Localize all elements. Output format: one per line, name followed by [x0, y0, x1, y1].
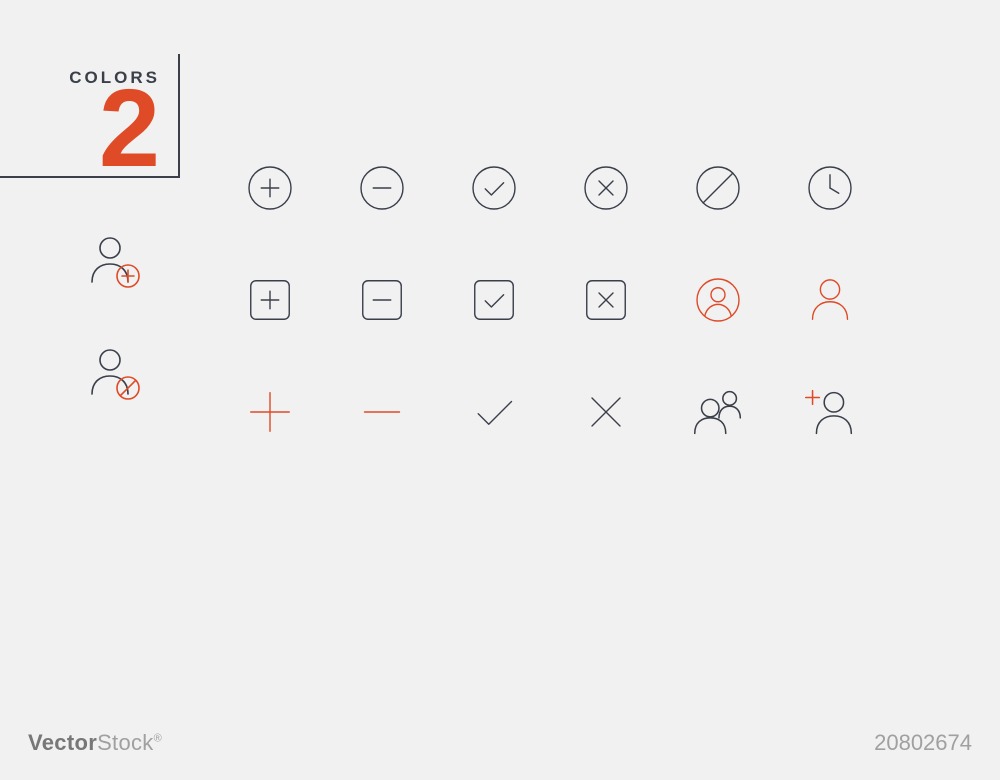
- x-icon: [550, 356, 662, 468]
- badge-count: 2: [18, 86, 160, 172]
- plus-icon: [214, 356, 326, 468]
- clock-icon: [774, 132, 886, 244]
- check-icon: [438, 356, 550, 468]
- square-check-icon: [438, 244, 550, 356]
- circle-check-icon: [438, 132, 550, 244]
- user-block-icon: [82, 342, 162, 422]
- user-icon: [774, 244, 886, 356]
- user-plus-circle-icon: [82, 230, 162, 310]
- users-group-icon: [662, 356, 774, 468]
- colors-badge: COLORS 2: [0, 54, 180, 178]
- watermark-id: 20802674: [874, 730, 972, 756]
- circle-minus-icon: [326, 132, 438, 244]
- minus-icon: [326, 356, 438, 468]
- square-x-icon: [550, 244, 662, 356]
- circle-slash-icon: [662, 132, 774, 244]
- user-circle-icon: [662, 244, 774, 356]
- watermark-brand-suffix: Stock: [97, 730, 154, 755]
- user-add-icon: [774, 356, 886, 468]
- watermark-brand-prefix: Vector: [28, 730, 97, 755]
- circle-plus-icon: [214, 132, 326, 244]
- square-minus-icon: [326, 244, 438, 356]
- watermark-brand: VectorStock®: [28, 730, 162, 756]
- icon-grid: [214, 132, 886, 468]
- circle-x-icon: [550, 132, 662, 244]
- square-plus-icon: [214, 244, 326, 356]
